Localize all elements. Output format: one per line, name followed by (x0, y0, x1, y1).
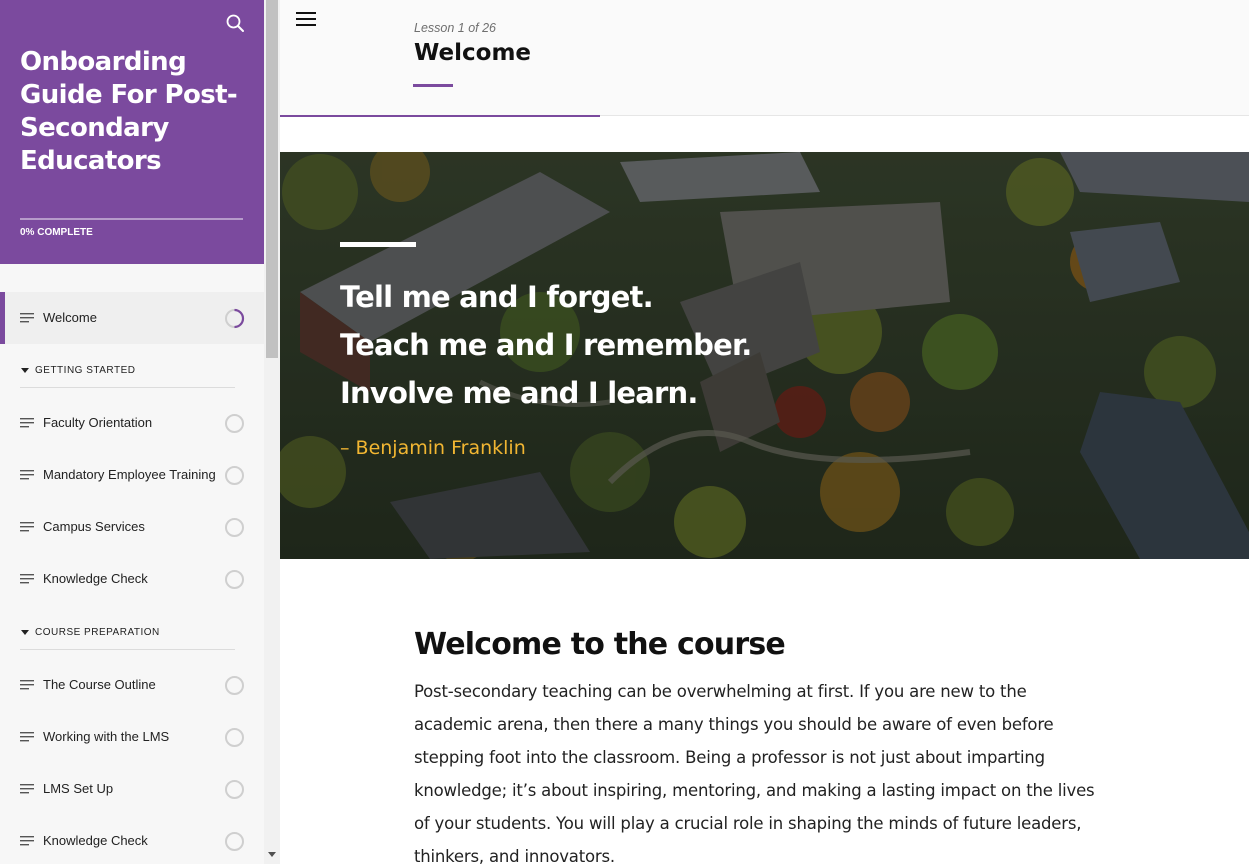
lesson-lines-icon (20, 313, 34, 323)
section-title: GETTING STARTED (35, 365, 136, 376)
course-progress-label: 0% COMPLETE (20, 227, 93, 238)
incomplete-status-icon (225, 466, 244, 485)
lesson-lines-icon (20, 574, 34, 584)
incomplete-status-icon (225, 414, 244, 433)
content-heading: Welcome to the course (414, 627, 786, 662)
sidebar-item-label: Campus Services (43, 519, 145, 534)
sidebar-item-label: Knowledge Check (43, 833, 148, 848)
lesson-lines-icon (20, 470, 34, 480)
quote-accent-bar (340, 242, 416, 247)
sidebar-item-label: Welcome (43, 310, 97, 325)
incomplete-status-icon (225, 676, 244, 695)
section-header-0[interactable]: GETTING STARTED (20, 352, 235, 388)
course-progress-bar (20, 218, 243, 220)
sidebar-item-label: Mandatory Employee Training (43, 467, 216, 482)
quote-line-3: Involve me and I learn. (340, 376, 698, 410)
lesson-lines-icon (20, 418, 34, 428)
lesson-lines-icon (20, 784, 34, 794)
section-title: COURSE PREPARATION (35, 627, 160, 638)
sidebar-lesson-item[interactable]: The Course Outline (0, 659, 264, 711)
sidebar-item-label: The Course Outline (43, 677, 156, 692)
sidebar-lesson-item[interactable]: Knowledge Check (0, 553, 264, 605)
content-body: Post-secondary teaching can be overwhelm… (414, 682, 1095, 864)
sidebar-lesson-item[interactable]: Faculty Orientation (0, 397, 264, 449)
lesson-lines-icon (20, 522, 34, 532)
sidebar-item-label: Working with the LMS (43, 729, 170, 744)
course-title: Onboarding Guide For Post-Secondary Educ… (20, 47, 238, 176)
hero-banner: Tell me and I forget. Teach me and I rem… (280, 152, 1249, 559)
lesson-lines-icon (20, 836, 34, 846)
hamburger-menu-icon[interactable] (296, 12, 318, 28)
incomplete-status-icon (225, 518, 244, 537)
sidebar-lesson-item[interactable]: Working with the LMS (0, 711, 264, 763)
collapse-triangle-icon (21, 368, 29, 373)
scrollbar-thumb[interactable] (266, 0, 278, 358)
scroll-down-arrow-icon[interactable] (268, 852, 276, 857)
course-sidebar: Onboarding Guide For Post-Secondary Educ… (0, 0, 264, 864)
sidebar-lesson-item[interactable]: LMS Set Up (0, 763, 264, 815)
quote-author: – Benjamin Franklin (340, 437, 526, 459)
lesson-progress-bar (280, 115, 600, 117)
collapse-triangle-icon (21, 630, 29, 635)
sidebar-item-label: LMS Set Up (43, 781, 114, 796)
sidebar-item-welcome[interactable]: Welcome (0, 292, 264, 344)
sidebar-lesson-item[interactable]: Mandatory Employee Training (0, 449, 264, 501)
quote-line-2: Teach me and I remember. (340, 328, 752, 362)
in-progress-status-icon (225, 308, 245, 329)
incomplete-status-icon (225, 780, 244, 799)
lesson-main: Lesson 1 of 26 Welcome Tell me and I for… (280, 0, 1249, 864)
page-title: Welcome (414, 40, 532, 66)
section-header-1[interactable]: COURSE PREPARATION (20, 614, 235, 650)
search-icon[interactable] (224, 12, 246, 34)
lesson-counter: Lesson 1 of 26 (414, 21, 497, 35)
sidebar-header: Onboarding Guide For Post-Secondary Educ… (0, 0, 264, 264)
quote-line-1: Tell me and I forget. (340, 280, 654, 314)
lesson-lines-icon (20, 680, 34, 690)
sidebar-lesson-item[interactable]: Campus Services (0, 501, 264, 553)
sidebar-lesson-item[interactable]: Knowledge Check (0, 815, 264, 864)
sidebar-item-label: Faculty Orientation (43, 415, 153, 430)
incomplete-status-icon (225, 570, 244, 589)
sidebar-scrollbar[interactable] (264, 0, 280, 864)
incomplete-status-icon (225, 832, 244, 851)
title-underline (413, 84, 453, 87)
sidebar-item-label: Knowledge Check (43, 571, 148, 586)
lesson-header: Lesson 1 of 26 Welcome (280, 0, 1249, 117)
lesson-lines-icon (20, 732, 34, 742)
incomplete-status-icon (225, 728, 244, 747)
